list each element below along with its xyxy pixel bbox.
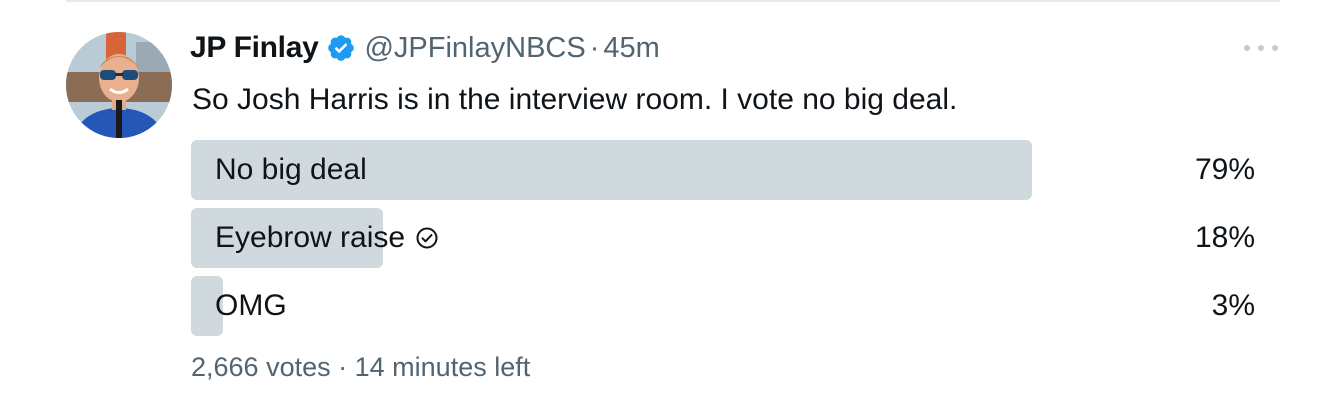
verified-badge-icon[interactable] <box>326 33 356 63</box>
time-left: 14 minutes left <box>354 352 531 382</box>
vote-count: 2,666 votes <box>191 352 331 382</box>
timestamp[interactable]: 45m <box>603 32 659 65</box>
poll-option-text: Eyebrow raise <box>215 221 406 254</box>
top-divider <box>66 0 1280 2</box>
poll-option-label: Eyebrow raise <box>215 208 439 268</box>
poll-meta: 2,666 votes · 14 minutes left <box>191 352 530 383</box>
check-circle-icon <box>415 226 439 250</box>
avatar[interactable] <box>66 32 172 138</box>
poll-option-label: OMG <box>215 276 287 336</box>
poll-option-label: No big deal <box>215 140 367 200</box>
poll-option-percent: 3% <box>1211 289 1255 322</box>
poll-option-text: No big deal <box>215 153 367 186</box>
tweet-text: So Josh Harris is in the interview room.… <box>192 83 958 116</box>
poll-option-omg[interactable]: OMG 3% <box>191 276 1255 336</box>
tweet-header: JP Finlay @JPFinlayNBCS · 45m <box>190 26 660 70</box>
poll-option-percent: 79% <box>1194 153 1255 186</box>
display-name[interactable]: JP Finlay <box>190 31 319 65</box>
poll-option-text: OMG <box>215 289 287 322</box>
handle[interactable]: @JPFinlayNBCS <box>364 32 585 65</box>
header-separator: · <box>589 31 600 64</box>
meta-separator: · <box>338 352 348 382</box>
poll: No big deal 79% Eyebrow raise 18% OMG 3% <box>191 140 1255 344</box>
poll-option-no-big-deal[interactable]: No big deal 79% <box>191 140 1255 200</box>
more-dots-icon[interactable] <box>1244 38 1278 58</box>
poll-option-percent: 18% <box>1194 221 1255 254</box>
poll-option-eyebrow-raise[interactable]: Eyebrow raise 18% <box>191 208 1255 268</box>
